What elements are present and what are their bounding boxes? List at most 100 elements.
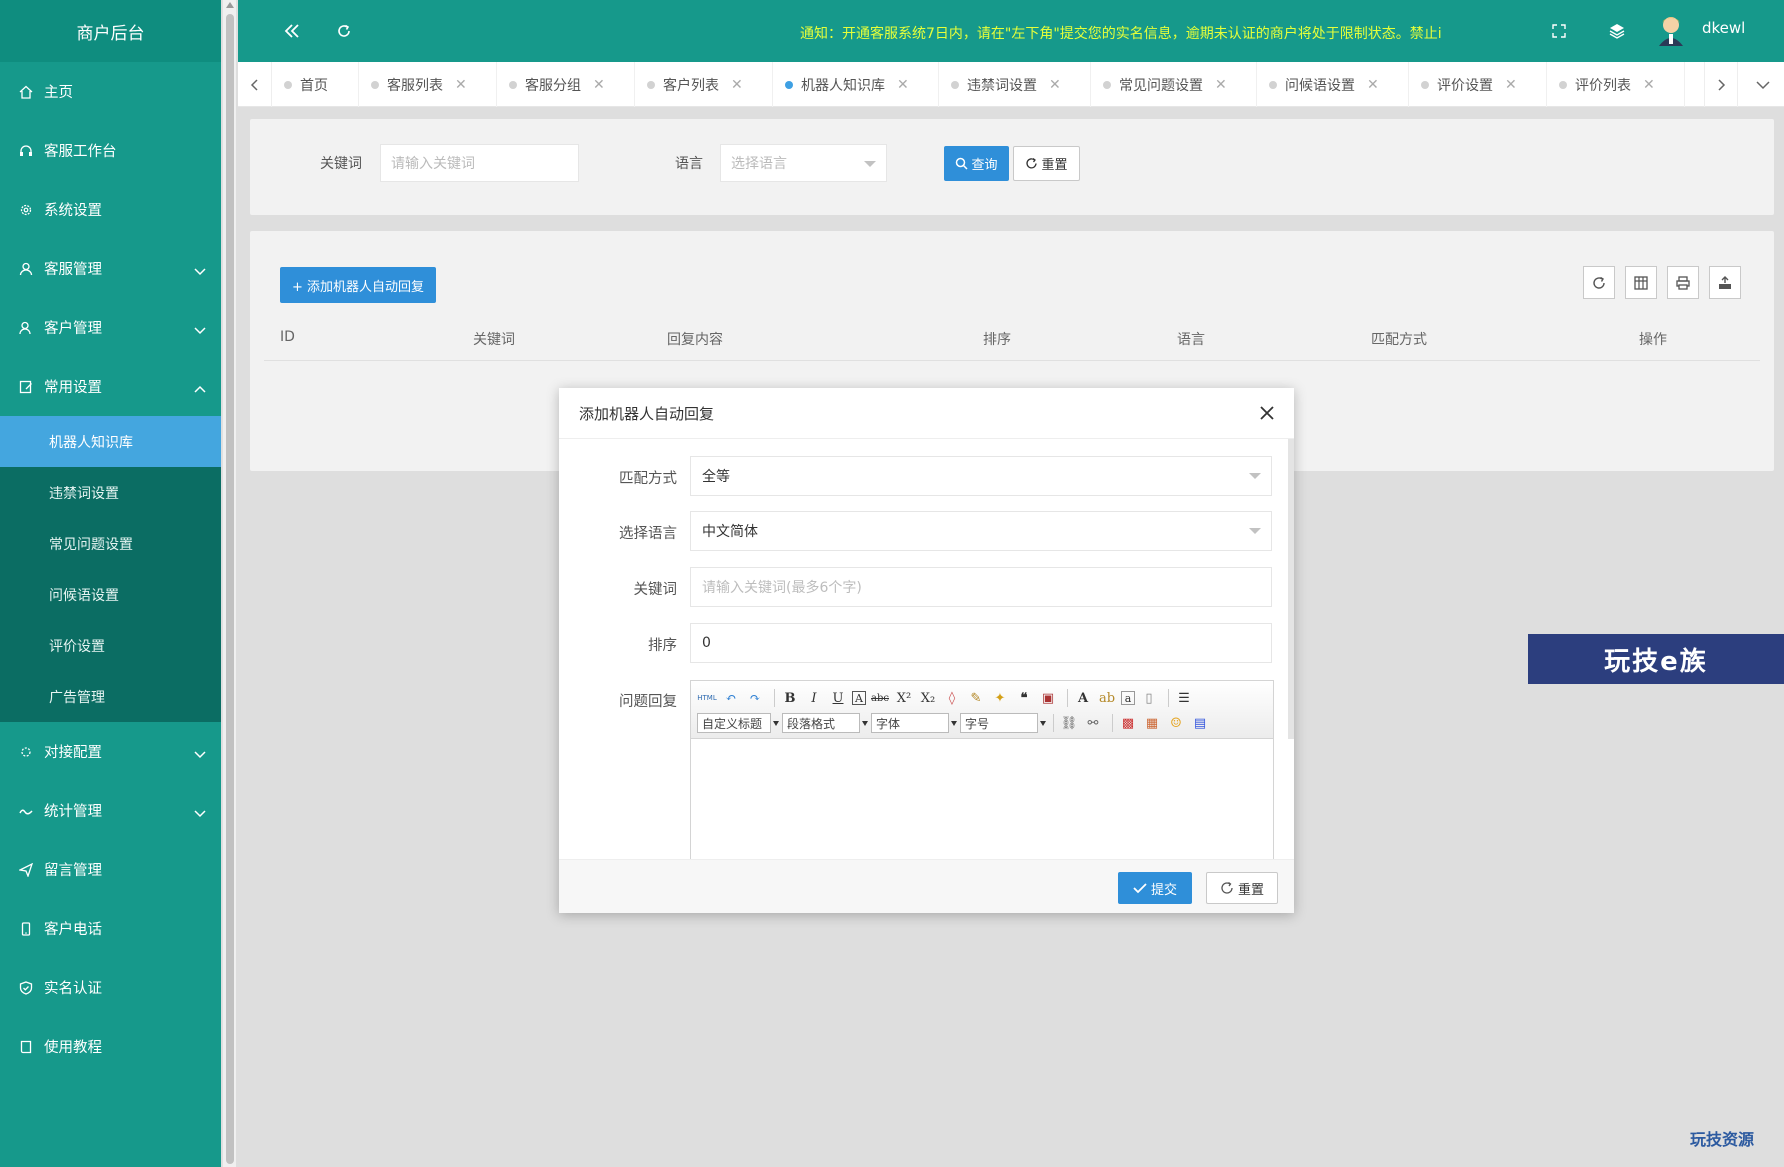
tab-close-icon[interactable]: ✕ [455, 77, 467, 93]
html-source-icon[interactable]: HTML [697, 688, 717, 708]
undo-icon[interactable]: ↶ [721, 688, 741, 708]
tab-banned-words[interactable]: 违禁词设置 ✕ [939, 62, 1091, 107]
match-mode-label: 匹配方式 [619, 471, 677, 487]
paste-text-icon[interactable]: ▣ [1038, 688, 1058, 708]
font-color-icon[interactable]: A [1073, 688, 1093, 708]
columns-filter-button[interactable] [1625, 266, 1657, 299]
italic-icon[interactable]: I [804, 688, 824, 708]
multi-image-icon[interactable]: ▦ [1142, 713, 1162, 733]
table-header-divider [264, 360, 1760, 361]
sidebar-item-common-settings[interactable]: 常用设置 [0, 357, 221, 416]
sidebar-subitem-greetings[interactable]: 问候语设置 [0, 569, 221, 620]
font-size-select[interactable]: 字号 [960, 713, 1046, 733]
scrollbar-thumb[interactable] [226, 14, 234, 1164]
emoji-icon[interactable]: ☺ [1166, 713, 1186, 733]
tab-rating-list[interactable]: 评价列表 ✕ [1547, 62, 1685, 107]
submit-button[interactable]: 提交 [1118, 872, 1192, 904]
sidebar-item-verification[interactable]: 实名认证 [0, 958, 221, 1017]
tab-agent-list[interactable]: 客服列表 ✕ [359, 62, 497, 107]
link-icon[interactable]: ⛓ [1059, 713, 1079, 733]
sidebar-item-system-settings[interactable]: 系统设置 [0, 180, 221, 239]
subscript-icon[interactable]: X₂ [918, 688, 938, 708]
tab-close-icon[interactable]: ✕ [1505, 77, 1517, 93]
tab-rating-settings[interactable]: 评价设置 ✕ [1409, 62, 1547, 107]
refresh-table-button[interactable] [1583, 266, 1615, 299]
tab-scroll-left-button[interactable] [238, 62, 272, 107]
sidebar-item-home[interactable]: 主页 [0, 62, 221, 121]
sidebar-item-messages[interactable]: 留言管理 [0, 840, 221, 899]
sidebar-item-customer-management[interactable]: 客户管理 [0, 298, 221, 357]
tab-menu-dropdown[interactable] [1746, 62, 1780, 107]
theme-layers-button[interactable] [1604, 18, 1630, 44]
sidebar-item-agent-management[interactable]: 客服管理 [0, 239, 221, 298]
language-select[interactable]: 选择语言 [720, 144, 887, 182]
paragraph-format-select[interactable]: 段落格式 [782, 713, 868, 733]
tab-close-icon[interactable]: ✕ [1643, 77, 1655, 93]
anchor-icon[interactable]: a [1121, 691, 1135, 705]
tab-scroll-right-button[interactable] [1704, 62, 1738, 107]
modal-reset-button[interactable]: 重置 [1206, 872, 1278, 904]
tab-faq[interactable]: 常见问题设置 ✕ [1091, 62, 1257, 107]
sidebar-item-tutorial[interactable]: 使用教程 [0, 1017, 221, 1076]
superscript-icon[interactable]: X² [894, 688, 914, 708]
export-button[interactable] [1709, 266, 1741, 299]
avatar[interactable] [1656, 14, 1686, 46]
username[interactable]: dkewl [1702, 19, 1745, 37]
sidebar-subitem-robot-knowledge[interactable]: 机器人知识库 [0, 416, 221, 467]
sidebar-subitem-ads[interactable]: 广告管理 [0, 671, 221, 722]
page-break-icon[interactable]: ▯ [1139, 688, 1159, 708]
tab-close-icon[interactable]: ✕ [593, 77, 605, 93]
tab-greetings[interactable]: 问候语设置 ✕ [1257, 62, 1409, 107]
line-height-icon[interactable]: ☰ [1174, 688, 1194, 708]
tab-home[interactable]: 首页 [272, 62, 359, 107]
sidebar-item-workbench[interactable]: 客服工作台 [0, 121, 221, 180]
sidebar-subitem-banned-words[interactable]: 违禁词设置 [0, 467, 221, 518]
bold-icon[interactable]: B [780, 688, 800, 708]
match-mode-select[interactable]: 全等 [690, 456, 1272, 496]
image-icon[interactable]: ▩ [1118, 713, 1138, 733]
tab-agent-groups[interactable]: 客服分组 ✕ [497, 62, 635, 107]
keyword-field[interactable]: 请输入关键词(最多6个字) [690, 567, 1272, 607]
blockquote-icon[interactable]: ❝ [1014, 688, 1034, 708]
custom-title-select[interactable]: 自定义标题 [697, 713, 779, 733]
tab-customer-list[interactable]: 客户列表 ✕ [635, 62, 773, 107]
tab-close-icon[interactable]: ✕ [1367, 77, 1379, 93]
sidebar-item-statistics[interactable]: 统计管理 [0, 781, 221, 840]
sidebar-item-label: 实名认证 [44, 981, 102, 997]
keyword-search-input[interactable]: 请输入关键词 [380, 144, 579, 182]
add-robot-reply-button[interactable]: + 添加机器人自动回复 [280, 267, 436, 303]
tab-close-icon[interactable]: ✕ [1049, 77, 1061, 93]
eraser-icon[interactable]: ◊ [942, 688, 962, 708]
sort-field[interactable]: 0 [690, 623, 1272, 663]
highlight-color-icon[interactable]: ab [1097, 688, 1117, 708]
language-select-field[interactable]: 中文简体 [690, 511, 1272, 551]
video-icon[interactable]: ▤ [1190, 713, 1210, 733]
font-family-select[interactable]: 字体 [871, 713, 957, 733]
strikethrough-icon[interactable]: abc [870, 688, 890, 708]
collapse-sidebar-button[interactable] [279, 18, 305, 44]
reset-search-button[interactable]: 重置 [1013, 146, 1080, 181]
tab-close-icon[interactable]: ✕ [731, 77, 743, 93]
redo-icon[interactable]: ↷ [745, 688, 765, 708]
refresh-page-button[interactable] [331, 18, 357, 44]
auto-format-icon[interactable]: ✦ [990, 688, 1010, 708]
close-icon[interactable] [1256, 402, 1278, 424]
fullscreen-button[interactable] [1546, 18, 1572, 44]
tab-close-icon[interactable]: ✕ [897, 77, 909, 93]
query-button[interactable]: 查询 [944, 146, 1009, 181]
underline-icon[interactable]: U [828, 688, 848, 708]
editor-content-area[interactable] [691, 739, 1273, 859]
tab-close-icon[interactable]: ✕ [1215, 77, 1227, 93]
scroll-up-arrow-icon[interactable] [226, 2, 234, 8]
column-header-language: 语言 [1177, 332, 1205, 348]
sidebar-item-integration[interactable]: 对接配置 [0, 722, 221, 781]
font-border-icon[interactable]: A [852, 691, 866, 705]
sidebar-subitem-faq[interactable]: 常见问题设置 [0, 518, 221, 569]
print-button[interactable] [1667, 266, 1699, 299]
format-painter-icon[interactable]: ✎ [966, 688, 986, 708]
unlink-icon[interactable]: ⚯ [1083, 713, 1103, 733]
sidebar-subitem-rating-settings[interactable]: 评价设置 [0, 620, 221, 671]
sidebar-item-customer-phone[interactable]: 客户电话 [0, 899, 221, 958]
page-scrollbar[interactable] [222, 0, 236, 1167]
tab-robot-knowledge[interactable]: 机器人知识库 ✕ [773, 62, 939, 107]
